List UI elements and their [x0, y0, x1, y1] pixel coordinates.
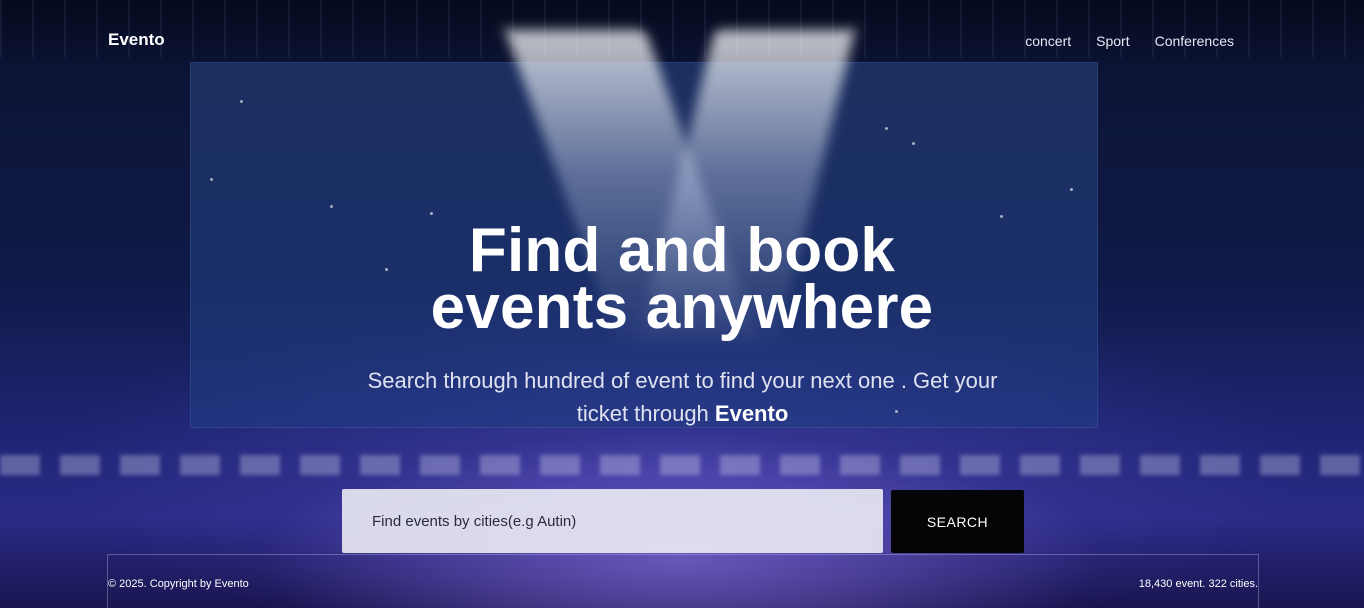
- nav-link-concert[interactable]: concert: [1025, 33, 1071, 49]
- star-dot: [885, 127, 888, 130]
- hero-subtitle-text: Search through hundred of event to find …: [367, 368, 998, 426]
- footer-stats: 18,430 event. 322 cities.: [1138, 578, 1258, 590]
- star-dot: [1000, 215, 1003, 218]
- nav-link-conferences[interactable]: Conferences: [1155, 33, 1234, 49]
- brand-logo[interactable]: Evento: [108, 30, 165, 50]
- stage-truss: [0, 0, 1364, 58]
- city-search-input[interactable]: [342, 489, 883, 553]
- hero-headline-line-2: events anywhere: [430, 273, 934, 342]
- nav-link-sport[interactable]: Sport: [1096, 33, 1129, 49]
- footer-copyright: © 2025. Copyright by Evento: [108, 578, 249, 590]
- star-dot: [330, 205, 333, 208]
- star-dot: [430, 212, 433, 215]
- hero-headline: Find and book events anywhere: [0, 216, 1364, 342]
- star-dot: [912, 142, 915, 145]
- stage-lights: [0, 455, 1364, 475]
- star-dot: [240, 100, 243, 103]
- hero-subtitle-brand: Evento: [714, 401, 789, 426]
- hero-subtitle: Search through hundred of event to find …: [360, 364, 1005, 430]
- footer-frame: [107, 554, 1259, 608]
- star-dot: [210, 178, 213, 181]
- main-nav: concert Sport Conferences: [1025, 33, 1234, 49]
- hero-headline-line-1: Find and book: [468, 216, 896, 285]
- search-button[interactable]: SEARCH: [891, 490, 1024, 553]
- star-dot: [1070, 188, 1073, 191]
